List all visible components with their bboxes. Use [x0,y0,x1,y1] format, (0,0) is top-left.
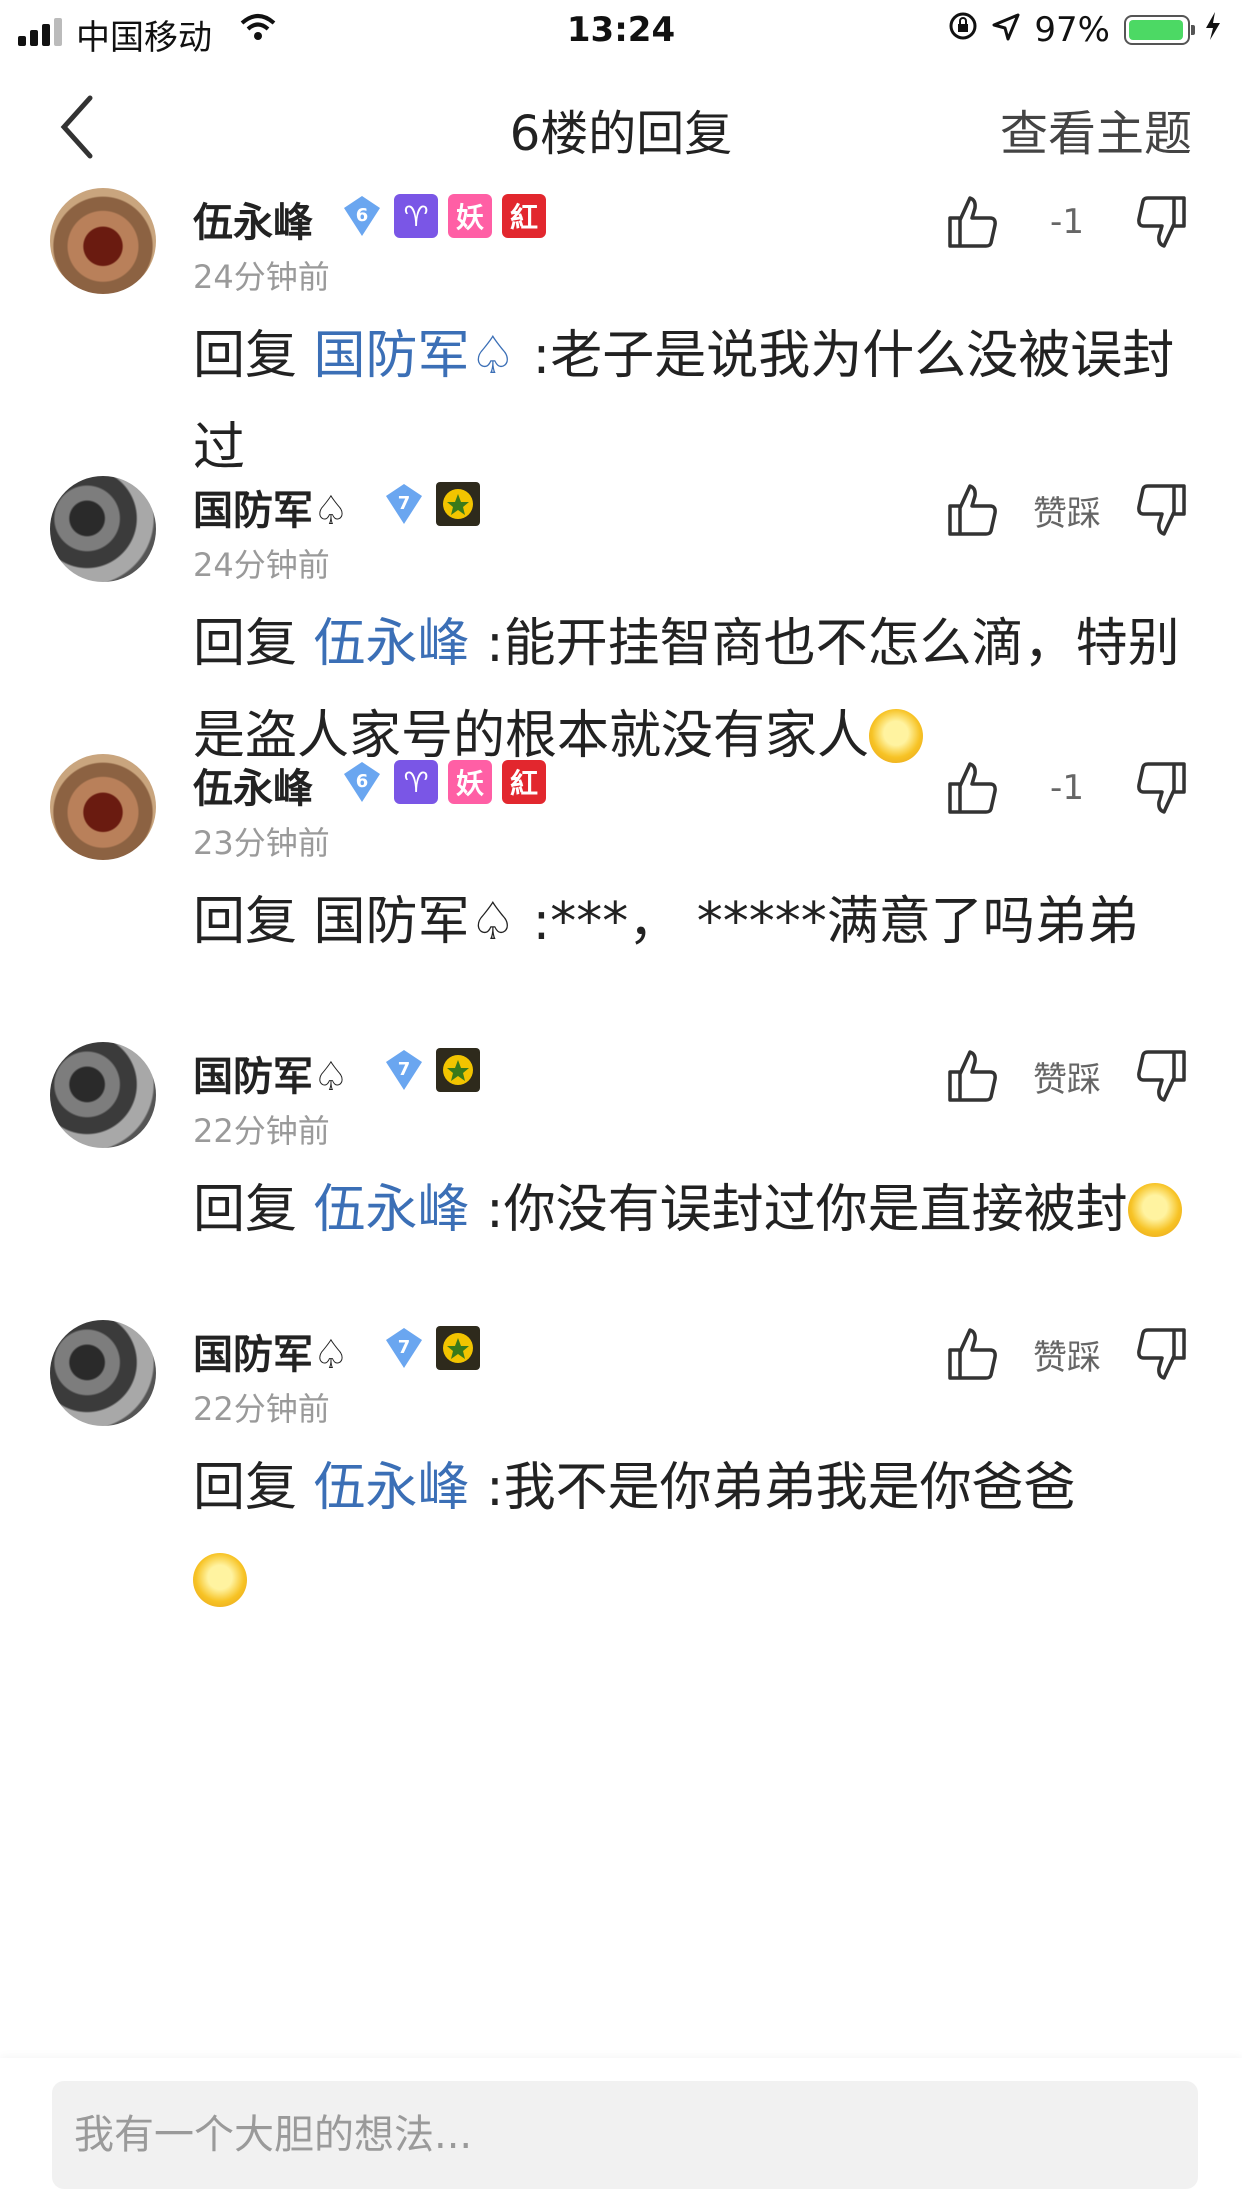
svg-text:7: 7 [398,1337,411,1358]
reply-prefix: 回复 [193,614,314,674]
reply-text: :你没有误封过你是直接被封 [469,1180,1128,1240]
battery-icon [1124,15,1195,45]
username[interactable]: 国防军♤ [193,478,349,536]
vote-bar: -1 [942,758,1192,818]
vote-label: 赞踩 [1033,1337,1101,1378]
vote-label: 赞踩 [1033,1059,1101,1100]
reply-text: :***， *****满意了吗弟弟 [516,892,1139,952]
medal-badge-icon [436,482,480,526]
reply-prefix: 回复 [193,326,314,386]
mention-link[interactable]: 伍永峰 [314,1180,470,1240]
badge-row: 7 [382,1326,480,1370]
reply-time: 24分钟前 [193,258,330,296]
aries-badge: ♈ [394,194,438,238]
reply-prefix: 回复 [193,892,314,952]
vote-score: -1 [1050,202,1084,242]
location-icon [992,10,1020,50]
svg-text:7: 7 [398,1059,411,1080]
medal-badge-icon [436,1048,480,1092]
username[interactable]: 国防军♤ [193,1322,349,1380]
avatar[interactable] [50,188,156,294]
reply-prefix: 回复 [193,1180,314,1240]
battery-percent: 97% [1034,10,1110,50]
reply-time: 24分钟前 [193,546,330,584]
nav-bar: 6楼的回复 查看主题 [0,64,1242,188]
avatar[interactable] [50,1042,156,1148]
smirk-emoji-icon [193,1553,247,1607]
reply-body: 回复 国防军♤ :***， *****满意了吗弟弟 [193,876,1193,968]
username[interactable]: 伍永峰 [193,756,313,814]
reply-input-bar [0,2058,1242,2208]
thumbs-down-icon[interactable] [1132,192,1192,252]
svg-text:6: 6 [356,771,369,792]
vote-label: 赞踩 [1033,493,1101,534]
reply-time: 22分钟前 [193,1390,330,1428]
reply-prefix: 回复 [193,1458,314,1518]
vote-bar: -1 [942,192,1192,252]
vote-bar: 赞踩 [942,1046,1192,1106]
vote-bar: 赞踩 [942,1324,1192,1384]
badge-row: 7 [382,482,480,526]
thumbs-down-icon[interactable] [1132,480,1192,540]
status-bar: 中国移动 13:24 97% [0,0,1242,64]
yao-badge: 妖 [448,194,492,238]
aries-badge: ♈ [394,760,438,804]
thumbs-up-icon[interactable] [942,192,1002,252]
avatar[interactable] [50,1320,156,1426]
avatar[interactable] [50,754,156,860]
reply-body: 回复 伍永峰 :你没有误封过你是直接被封 [193,1164,1193,1256]
svg-text:7: 7 [398,493,411,514]
reply-body: 回复 伍永峰 :我不是你弟弟我是你爸爸 [193,1442,1193,1626]
charging-icon [1204,10,1222,50]
mention-link[interactable]: 伍永峰 [314,1458,470,1518]
orientation-lock-icon [948,10,978,50]
thumbs-up-icon[interactable] [942,758,1002,818]
mention-link[interactable]: 国防军♤ [314,892,517,952]
mention-link[interactable]: 伍永峰 [314,614,470,674]
badge-row: 7 [382,1048,480,1092]
medal-badge-icon [436,1326,480,1370]
username[interactable]: 国防军♤ [193,1044,349,1102]
yao-badge: 妖 [448,760,492,804]
reply-text: :我不是你弟弟我是你爸爸 [469,1458,1076,1518]
svg-text:6: 6 [356,205,369,226]
level-badge-icon: 6 [340,194,384,238]
vote-bar: 赞踩 [942,480,1192,540]
vote-score: -1 [1050,768,1084,808]
badge-row: 6 ♈ 妖 紅 [340,194,546,238]
reply-item: 国防军♤ 7 22分钟前 赞踩 回复 伍永峰 :我不是你弟弟我是你爸爸 [0,1320,1242,1720]
thumbs-up-icon[interactable] [942,1324,1002,1384]
reply-list: 伍永峰 6 ♈ 妖 紅 24分钟前 -1 回复 国防军♤ :老子是说我为什么没被… [0,188,1242,2058]
smirk-emoji-icon [1127,1183,1182,1237]
reply-time: 23分钟前 [193,824,330,862]
level-badge-icon: 6 [340,760,384,804]
level-badge-icon: 7 [382,482,426,526]
thumbs-down-icon[interactable] [1132,758,1192,818]
hong-badge: 紅 [502,194,546,238]
level-badge-icon: 7 [382,1326,426,1370]
thumbs-down-icon[interactable] [1132,1324,1192,1384]
thumbs-down-icon[interactable] [1132,1046,1192,1106]
view-topic-button[interactable]: 查看主题 [1000,94,1192,164]
level-badge-icon: 7 [382,1048,426,1092]
thumbs-up-icon[interactable] [942,1046,1002,1106]
thumbs-up-icon[interactable] [942,480,1002,540]
reply-time: 22分钟前 [193,1112,330,1150]
hong-badge: 紅 [502,760,546,804]
badge-row: 6 ♈ 妖 紅 [340,760,546,804]
username[interactable]: 伍永峰 [193,190,313,248]
avatar[interactable] [50,476,156,582]
reply-body: 回复 国防军♤ :老子是说我为什么没被误封过 [193,310,1193,494]
reply-input[interactable] [52,2081,1198,2189]
mention-link[interactable]: 国防军♤ [314,326,517,386]
